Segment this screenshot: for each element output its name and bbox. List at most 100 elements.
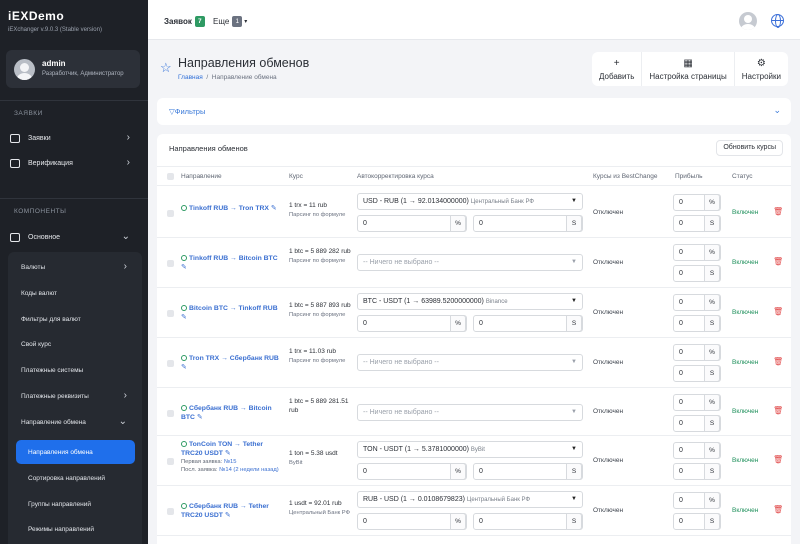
correction-percent-input[interactable]: 0% [357, 315, 467, 332]
direction-name[interactable]: TonCoin TON → Tether TRC20 USDT [181, 441, 263, 457]
breadcrumb-home[interactable]: Главная [178, 74, 203, 81]
orders-counter[interactable]: Заявок 7 [164, 16, 205, 27]
sidebar-item-currency-codes[interactable]: Коды валют [21, 282, 133, 304]
direction-name[interactable]: Tinkoff RUB → Tron TRX [189, 205, 269, 212]
user-card[interactable]: admin Разработчик, Администратор [6, 50, 140, 88]
status-badge[interactable]: Включен [732, 209, 758, 216]
correction-percent-input[interactable]: 0% [357, 215, 467, 232]
globe-icon[interactable] [771, 14, 784, 28]
profit-percent-input[interactable]: 0% [673, 344, 721, 361]
column-header-direction[interactable]: Направление [181, 173, 222, 180]
sidebar-item-payment-systems[interactable]: Платежные системы [21, 359, 133, 381]
row-checkbox[interactable] [167, 508, 174, 515]
profit-amount-input[interactable]: 0S [673, 215, 721, 232]
sidebar-item-exchange-directions[interactable]: Направления обмена [16, 440, 135, 464]
add-button[interactable]: + Добавить [592, 52, 643, 86]
more-dropdown[interactable]: Еще 1 ▾ [213, 16, 247, 27]
row-checkbox[interactable] [167, 310, 174, 317]
row-checkbox[interactable] [167, 210, 174, 217]
correction-amount-input[interactable]: 0S [473, 463, 583, 480]
column-header-rate[interactable]: Курс [289, 173, 303, 180]
direction-link[interactable]: Tron TRX → Сбербанк RUB ✎ [181, 354, 281, 372]
settings-button[interactable]: ⚙ Настройки [735, 52, 788, 86]
profit-amount-input[interactable]: 0S [673, 265, 721, 282]
profit-percent-input[interactable]: 0% [673, 394, 721, 411]
direction-link[interactable]: Tinkoff RUB → Bitcoin BTC ✎ [181, 254, 281, 272]
trash-icon[interactable]: 🗑 [773, 207, 783, 216]
column-header-auto-correction[interactable]: Автокорректировка курса [357, 173, 434, 180]
trash-icon[interactable]: 🗑 [773, 455, 783, 464]
auto-rate-select[interactable]: -- Ничего не выбрано -- ▼ [357, 354, 583, 371]
pencil-icon[interactable]: ✎ [181, 314, 187, 321]
profit-percent-input[interactable]: 0% [673, 492, 721, 509]
direction-link[interactable]: Bitcoin BTC → Tinkoff RUB ✎ [181, 304, 281, 322]
trash-icon[interactable]: 🗑 [773, 357, 783, 366]
star-icon[interactable]: ☆ [160, 60, 172, 76]
pencil-icon[interactable]: ✎ [181, 264, 187, 271]
direction-link[interactable]: Tinkoff RUB → Tron TRX ✎ [181, 204, 281, 213]
pencil-icon[interactable]: ✎ [271, 205, 277, 212]
auto-rate-select[interactable]: -- Ничего не выбрано -- ▼ [357, 254, 583, 271]
sidebar-item-orders[interactable]: Заявки › [10, 127, 138, 149]
direction-link[interactable]: TonCoin TON → Tether TRC20 USDT ✎ Первая … [181, 440, 281, 474]
correction-amount-input[interactable]: 0S [473, 315, 583, 332]
direction-link[interactable]: Сбербанк RUB → Bitcoin BTC ✎ [181, 404, 281, 422]
status-badge[interactable]: Включен [732, 259, 758, 266]
profit-amount-input[interactable]: 0S [673, 513, 721, 530]
sidebar-item-main[interactable]: Основное ⌄ [10, 226, 138, 248]
sidebar-item-currencies[interactable]: Валюты › [21, 256, 133, 278]
refresh-rates-button[interactable]: Обновить курсы [716, 140, 783, 156]
correction-percent-input[interactable]: 0% [357, 463, 467, 480]
column-header-bestchange[interactable]: Курсы из BestChange [593, 173, 658, 180]
pencil-icon[interactable]: ✎ [225, 450, 231, 457]
correction-percent-input[interactable]: 0% [357, 513, 467, 530]
correction-amount-input[interactable]: 0S [473, 215, 583, 232]
filters-panel[interactable]: ▽Фильтры ⌄ [157, 98, 791, 125]
auto-rate-select[interactable]: -- Ничего не выбрано -- ▼ [357, 404, 583, 421]
pencil-icon[interactable]: ✎ [197, 414, 203, 421]
profit-percent-input[interactable]: 0% [673, 294, 721, 311]
trash-icon[interactable]: 🗑 [773, 257, 783, 266]
profit-amount-input[interactable]: 0S [673, 315, 721, 332]
status-badge[interactable]: Включен [732, 359, 758, 366]
row-checkbox[interactable] [167, 260, 174, 267]
status-badge[interactable]: Включен [732, 309, 758, 316]
sidebar-item-currency-filters[interactable]: Фильтры для валют [21, 308, 133, 330]
first-order-link[interactable]: №15 [224, 459, 237, 465]
pencil-icon[interactable]: ✎ [181, 364, 187, 371]
profit-amount-input[interactable]: 0S [673, 365, 721, 382]
pencil-icon[interactable]: ✎ [225, 512, 231, 519]
correction-amount-input[interactable]: 0S [473, 513, 583, 530]
direction-name[interactable]: Tinkoff RUB → Bitcoin BTC [189, 255, 278, 262]
status-badge[interactable]: Включен [732, 457, 758, 464]
sidebar-item-direction-sorting[interactable]: Сортировка направлений [28, 467, 138, 489]
sidebar-item-direction-groups[interactable]: Группы направлений [28, 493, 138, 515]
page-settings-button[interactable]: ▦ Настройка страницы [642, 52, 735, 86]
brand-logo[interactable]: iEXDemo [8, 9, 64, 23]
auto-rate-select[interactable]: TON - USDT (1 → 5.3781000000) ByBit ▼ [357, 441, 583, 458]
status-badge[interactable]: Включен [732, 408, 758, 415]
profit-percent-input[interactable]: 0% [673, 442, 721, 459]
last-order-link[interactable]: №14 (2 недели назад) [219, 467, 279, 473]
auto-rate-select[interactable]: RUB - USD (1 → 0.0108679823) Центральный… [357, 491, 583, 508]
auto-rate-select[interactable]: BTC - USDT (1 → 63989.5200000000) Binanc… [357, 293, 583, 310]
sidebar-item-own-rate[interactable]: Свой курс [21, 333, 133, 355]
trash-icon[interactable]: 🗑 [773, 406, 783, 415]
avatar[interactable] [739, 12, 757, 30]
chevron-down-icon[interactable]: ⌄ [773, 105, 781, 116]
direction-link[interactable]: Сбербанк RUB → Tether TRC20 USDT ✎ [181, 502, 281, 520]
sidebar-item-verification[interactable]: Верификация › [10, 152, 138, 174]
trash-icon[interactable]: 🗑 [773, 307, 783, 316]
direction-name[interactable]: Bitcoin BTC → Tinkoff RUB [189, 305, 278, 312]
sidebar-item-payment-details[interactable]: Платежные реквизиты › [21, 385, 133, 407]
sidebar-item-direction-modes[interactable]: Режимы направлений [28, 518, 138, 540]
select-all-checkbox[interactable] [167, 173, 174, 180]
profit-amount-input[interactable]: 0S [673, 415, 721, 432]
profit-amount-input[interactable]: 0S [673, 463, 721, 480]
filters-toggle[interactable]: ▽Фильтры [169, 107, 205, 116]
auto-rate-select[interactable]: USD - RUB (1 → 92.0134000000) Центральны… [357, 193, 583, 210]
profit-percent-input[interactable]: 0% [673, 194, 721, 211]
row-checkbox[interactable] [167, 360, 174, 367]
row-checkbox[interactable] [167, 410, 174, 417]
status-badge[interactable]: Включен [732, 507, 758, 514]
